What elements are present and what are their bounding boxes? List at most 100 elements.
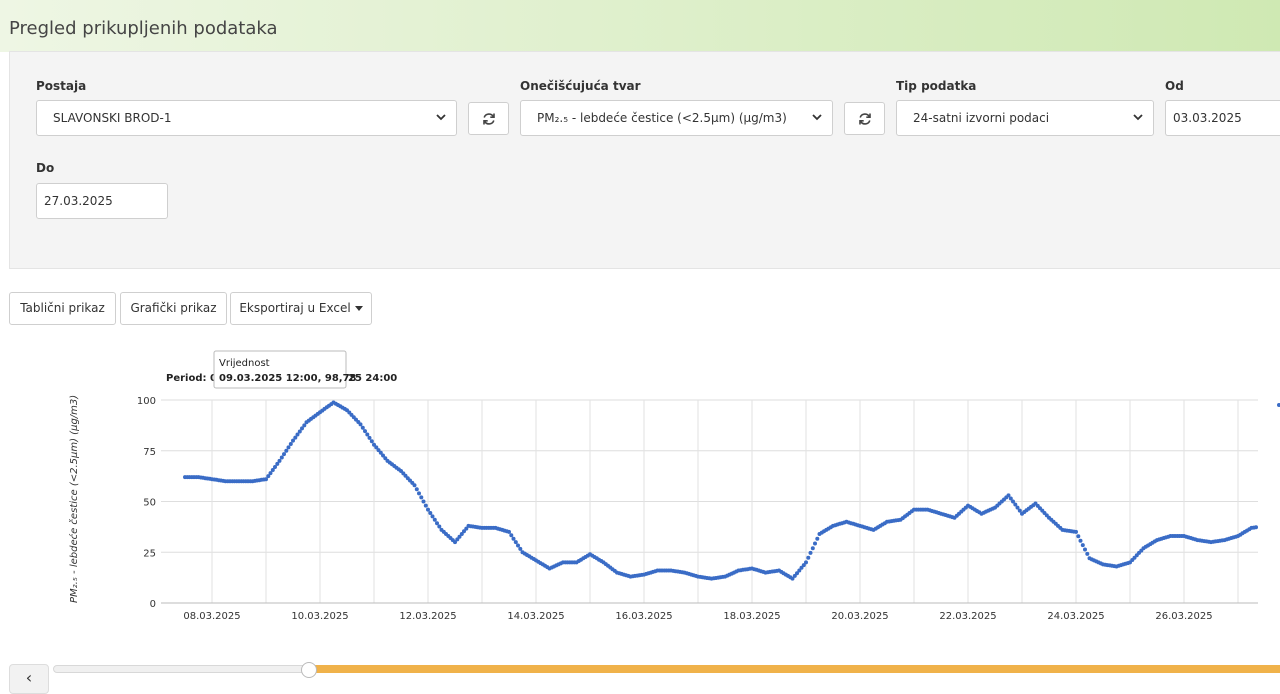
data-point[interactable] bbox=[511, 536, 516, 541]
export-excel-button[interactable]: Eksportiraj u Excel bbox=[230, 292, 372, 325]
filter-panel bbox=[9, 51, 1280, 269]
data-point[interactable] bbox=[518, 546, 523, 551]
data-point[interactable] bbox=[815, 536, 820, 541]
x-tick-label: 22.03.2025 bbox=[939, 611, 996, 622]
data-point[interactable] bbox=[432, 517, 437, 522]
data-point[interactable] bbox=[507, 529, 511, 534]
y-tick-label: 75 bbox=[143, 447, 156, 458]
data-point[interactable] bbox=[282, 452, 286, 457]
data-point[interactable] bbox=[279, 455, 284, 460]
y-axis-ticks: 0 25 50 75 100 bbox=[137, 396, 156, 610]
y-tick-label: 100 bbox=[137, 396, 156, 407]
x-tick-label: 26.03.2025 bbox=[1155, 611, 1212, 622]
data-point[interactable] bbox=[806, 555, 811, 560]
station-value: SLAVONSKI BROD-1 bbox=[53, 111, 172, 125]
pollutant-value: PM₂.₅ - lebdeće čestice (<2.5µm) (µg/m3) bbox=[537, 111, 787, 125]
to-label: Do bbox=[36, 161, 55, 175]
data-point[interactable] bbox=[1080, 543, 1085, 548]
chart: 0 25 50 75 100 08.03.2025 10.03.2025 12.03.202… bbox=[68, 350, 1280, 622]
station-label: Postaja bbox=[36, 79, 87, 93]
data-point[interactable] bbox=[1254, 525, 1258, 530]
data-point[interactable] bbox=[1074, 529, 1078, 534]
range-slider-handle[interactable] bbox=[301, 662, 317, 678]
data-point[interactable] bbox=[428, 511, 433, 515]
period-label: Period: 0 bbox=[166, 373, 217, 384]
data-point[interactable] bbox=[286, 445, 291, 450]
y-tick-label: 0 bbox=[150, 599, 156, 610]
data-point[interactable] bbox=[363, 429, 367, 434]
pollutant-refresh-button[interactable] bbox=[844, 102, 885, 135]
data-point[interactable] bbox=[360, 425, 365, 430]
data-point[interactable] bbox=[808, 550, 813, 555]
chart-grid bbox=[161, 399, 1258, 604]
x-tick-label: 18.03.2025 bbox=[723, 611, 780, 622]
y-tick-label: 25 bbox=[143, 548, 156, 559]
data-point[interactable] bbox=[423, 503, 428, 508]
chevron-down-icon bbox=[812, 114, 822, 121]
refresh-icon bbox=[483, 113, 495, 125]
page-title: Pregled prikupljenih podataka bbox=[9, 18, 278, 39]
pollutant-label: Onečišćujuća tvar bbox=[520, 79, 641, 93]
export-label: Eksportiraj u Excel bbox=[239, 301, 351, 315]
data-point[interactable] bbox=[513, 540, 518, 545]
to-date-value: 27.03.2025 bbox=[44, 194, 113, 208]
data-point[interactable] bbox=[1083, 547, 1087, 552]
range-slider-selected[interactable] bbox=[312, 665, 1280, 673]
x-tick-label: 16.03.2025 bbox=[615, 611, 672, 622]
x-tick-label: 12.03.2025 bbox=[399, 611, 456, 622]
data-point[interactable] bbox=[419, 495, 424, 500]
tooltip-title: Vrijednost bbox=[219, 358, 270, 369]
data-type-select[interactable]: 24-satni izvorni podaci bbox=[896, 100, 1154, 136]
data-point[interactable] bbox=[516, 543, 520, 548]
tooltip: Vrijednost 09.03.2025 12:00, 98,78 bbox=[213, 350, 357, 389]
data-point[interactable] bbox=[358, 422, 363, 427]
chevron-down-icon bbox=[1133, 114, 1143, 121]
station-refresh-button[interactable] bbox=[468, 102, 509, 135]
to-date-input[interactable]: 27.03.2025 bbox=[36, 183, 168, 219]
data-type-label: Tip podatka bbox=[896, 79, 977, 93]
data-point[interactable] bbox=[426, 507, 430, 512]
x-tick-label: 08.03.2025 bbox=[183, 611, 240, 622]
from-label: Od bbox=[1165, 79, 1184, 93]
data-point[interactable] bbox=[509, 533, 514, 538]
from-date-value: 03.03.2025 bbox=[1173, 111, 1242, 125]
data-type-value: 24-satni izvorni podaci bbox=[913, 111, 1050, 125]
data-point[interactable] bbox=[421, 499, 426, 504]
range-slider-track[interactable] bbox=[53, 665, 315, 673]
data-series bbox=[183, 400, 1258, 581]
data-point[interactable] bbox=[288, 442, 293, 446]
caret-down-icon bbox=[354, 306, 363, 311]
chevron-down-icon bbox=[436, 114, 446, 121]
chart-view-button[interactable]: Grafički prikaz bbox=[120, 292, 227, 325]
data-point[interactable] bbox=[412, 483, 417, 488]
data-point[interactable] bbox=[1076, 534, 1081, 539]
data-point[interactable] bbox=[369, 439, 374, 444]
x-tick-label: 24.03.2025 bbox=[1047, 611, 1104, 622]
data-point[interactable] bbox=[367, 435, 372, 440]
refresh-icon bbox=[859, 113, 871, 125]
y-tick-label: 50 bbox=[143, 498, 156, 509]
data-point[interactable] bbox=[813, 541, 817, 546]
x-axis-ticks: 08.03.2025 10.03.2025 12.03.2025 14.03.2025… bbox=[183, 611, 1212, 622]
x-tick-label: 20.03.2025 bbox=[831, 611, 888, 622]
pollutant-select[interactable]: PM₂.₅ - lebdeće čestice (<2.5µm) (µg/m3) bbox=[520, 100, 833, 136]
data-point[interactable] bbox=[1078, 538, 1083, 543]
table-view-button[interactable]: Tablični prikaz bbox=[9, 292, 116, 325]
data-point[interactable] bbox=[435, 521, 439, 526]
data-point[interactable] bbox=[1085, 551, 1090, 556]
data-point[interactable] bbox=[810, 546, 815, 551]
data-point[interactable] bbox=[277, 458, 282, 463]
data-point[interactable] bbox=[430, 514, 435, 519]
from-date-input[interactable]: 03.03.2025 bbox=[1165, 100, 1280, 136]
data-point[interactable] bbox=[804, 560, 808, 565]
data-point[interactable] bbox=[437, 524, 442, 529]
x-tick-label: 10.03.2025 bbox=[291, 611, 348, 622]
data-point[interactable] bbox=[365, 432, 370, 437]
data-point[interactable] bbox=[414, 487, 419, 492]
station-select[interactable]: SLAVONSKI BROD-1 bbox=[36, 100, 457, 136]
y-axis-label: PM₂.₅ - lebdeće čestice (<2.5µm) (µg/m3) bbox=[68, 395, 80, 603]
chevron-left-icon[interactable]: ‹ bbox=[9, 664, 49, 694]
tooltip-value: 09.03.2025 12:00, 98,78 bbox=[219, 373, 357, 384]
data-point[interactable] bbox=[417, 491, 421, 496]
data-point[interactable] bbox=[284, 448, 289, 453]
